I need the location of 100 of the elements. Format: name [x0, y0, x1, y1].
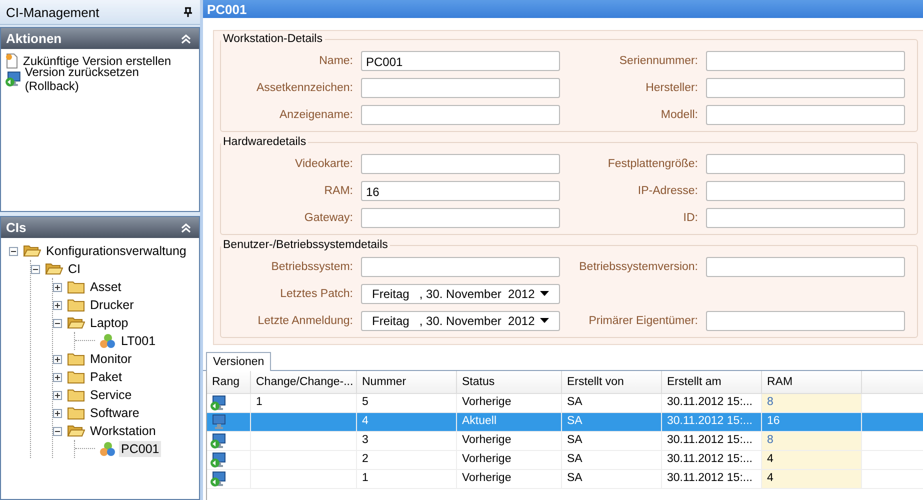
folder-icon	[67, 406, 85, 420]
collapse-icon[interactable]	[31, 264, 42, 274]
expand-icon[interactable]	[53, 354, 64, 364]
input-field[interactable]	[706, 78, 905, 98]
field-label: Name:	[318, 54, 354, 66]
table-cell: Vorherige	[457, 432, 562, 450]
panel-title: CI-Management	[6, 4, 100, 20]
group-title: Hardwaredetails	[222, 136, 308, 148]
table-row[interactable]: 2 Vorherige SA 30.11.2012 15:... 4	[207, 451, 923, 470]
table-cell: SA	[562, 394, 662, 412]
ci-item-icon	[98, 333, 116, 349]
action-link[interactable]: Zukünftige Version erstellen	[23, 54, 172, 68]
table-cell: 3	[357, 432, 457, 450]
table-cell: Vorherige	[457, 394, 562, 412]
tree-item[interactable]: Software	[88, 405, 142, 421]
input-field[interactable]	[706, 256, 905, 276]
date-picker[interactable]: Freitag , 30. November 2012	[361, 284, 560, 304]
open-folder-icon	[67, 424, 85, 438]
table-cell: SA	[562, 451, 662, 469]
expand-icon[interactable]	[53, 300, 64, 310]
column-header[interactable]: RAM	[762, 371, 862, 393]
open-folder-icon	[45, 262, 63, 276]
field-label: RAM:	[323, 184, 354, 196]
tree-item[interactable]: Drucker	[88, 297, 136, 313]
tree-item[interactable]: Konfigurationsverwaltung	[44, 243, 188, 259]
collapse-icon[interactable]	[181, 222, 191, 232]
field-label: Assetkennzeichen:	[255, 82, 354, 94]
pin-icon[interactable]	[184, 7, 192, 17]
tree-item[interactable]: Paket	[88, 369, 124, 385]
input-field[interactable]: 16	[361, 180, 560, 200]
column-header[interactable]: Nummer	[357, 371, 457, 393]
field-label: Hersteller:	[644, 82, 699, 94]
tree-item[interactable]: Service	[88, 387, 134, 403]
collapse-icon[interactable]	[53, 426, 64, 436]
field-label: ID:	[682, 212, 699, 224]
expand-icon[interactable]	[53, 390, 64, 400]
input-field[interactable]	[361, 154, 560, 174]
column-header[interactable]: Erstellt von	[562, 371, 662, 393]
ci-item-icon	[98, 441, 116, 457]
monitor-rollback-icon	[210, 471, 226, 487]
table-cell: 4	[762, 470, 862, 488]
column-header[interactable]: Rang	[207, 371, 251, 393]
field-label: Betriebssystemversion:	[578, 260, 699, 272]
expand-icon[interactable]	[53, 372, 64, 382]
input-field[interactable]	[361, 208, 560, 228]
group-title: Benutzer-/Betriebssystemdetails	[222, 239, 389, 251]
input-field[interactable]	[361, 104, 560, 124]
tree-item[interactable]: LT001	[119, 333, 158, 349]
input-field[interactable]	[706, 104, 905, 124]
field-label: Gateway:	[303, 212, 354, 224]
field-label: Modell:	[660, 108, 699, 120]
table-cell: SA	[562, 432, 662, 450]
folder-icon	[67, 352, 85, 366]
table-cell: 1	[357, 470, 457, 488]
collapse-icon[interactable]	[53, 318, 64, 328]
window-title: PC001	[207, 2, 247, 16]
field-label: Festplattengröße:	[606, 158, 699, 170]
dropdown-arrow-icon	[540, 291, 549, 296]
field-label: Letztes Patch:	[279, 288, 354, 300]
field-label: Letzte Anmeldung:	[256, 314, 354, 326]
input-field[interactable]	[706, 310, 905, 330]
tree-item[interactable]: Laptop	[88, 315, 130, 331]
table-cell: 2	[357, 451, 457, 469]
column-header[interactable]: Erstellt am	[662, 371, 762, 393]
monitor-rollback-icon	[210, 452, 226, 468]
field-label: Primärer Eigentümer:	[588, 314, 699, 326]
group-title: Workstation-Details	[222, 33, 324, 45]
dropdown-arrow-icon	[540, 318, 549, 323]
table-cell: 8	[762, 432, 862, 450]
folder-icon	[67, 298, 85, 312]
field-label: Anzeigename:	[278, 108, 354, 120]
input-field[interactable]	[706, 154, 905, 174]
collapse-icon[interactable]	[9, 246, 20, 256]
table-row[interactable]: 1 Vorherige SA 30.11.2012 15:... 4	[207, 470, 923, 489]
tab[interactable]: Versionen	[206, 352, 272, 371]
table-row[interactable]: 3 Vorherige SA 30.11.2012 15:... 8	[207, 432, 923, 451]
date-picker[interactable]: Freitag , 30. November 2012	[361, 310, 560, 330]
tree-item[interactable]: PC001	[119, 441, 162, 457]
expand-icon[interactable]	[53, 408, 64, 418]
input-field[interactable]	[706, 180, 905, 200]
collapse-icon[interactable]	[181, 34, 191, 44]
table-cell: SA	[562, 413, 662, 431]
input-field[interactable]	[361, 78, 560, 98]
input-field[interactable]: PC001	[361, 50, 560, 70]
folder-icon	[67, 370, 85, 384]
tree-item[interactable]: Asset	[88, 279, 124, 295]
column-header[interactable]: Status	[457, 371, 562, 393]
input-field[interactable]	[361, 256, 560, 276]
table-cell: Vorherige	[457, 470, 562, 488]
tree-item[interactable]: Workstation	[88, 423, 158, 439]
tree-item[interactable]: CI	[66, 261, 82, 277]
table-cell: 4	[762, 451, 862, 469]
input-field[interactable]	[706, 208, 905, 228]
table-cell: 4	[357, 413, 457, 431]
input-field[interactable]	[706, 50, 905, 70]
expand-icon[interactable]	[53, 282, 64, 292]
field-label: Betriebssystem:	[270, 260, 354, 272]
tree-item[interactable]: Monitor	[88, 351, 134, 367]
column-header[interactable]: Change/Change-...	[251, 371, 357, 393]
folder-icon	[67, 280, 85, 294]
